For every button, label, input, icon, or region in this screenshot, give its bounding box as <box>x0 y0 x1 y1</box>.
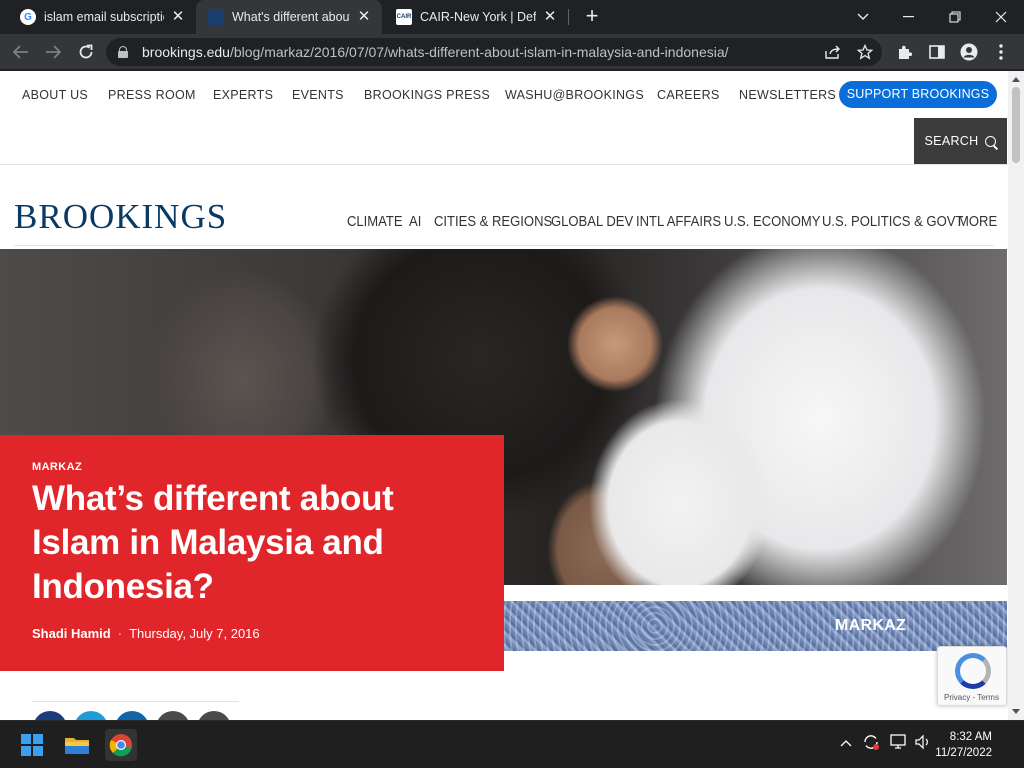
extensions-puzzle-icon[interactable] <box>892 39 918 65</box>
nav-events[interactable]: EVENTS <box>292 88 344 102</box>
system-clock[interactable]: 8:32 AM 11/27/2022 <box>935 729 992 761</box>
tab-strip: G islam email subscription ✕ What's diff… <box>0 0 1024 34</box>
restore-button[interactable] <box>932 0 978 34</box>
forward-arrow-icon[interactable] <box>40 39 66 65</box>
twitter-share-icon[interactable] <box>74 711 108 720</box>
file-explorer-icon[interactable] <box>61 729 93 761</box>
nav-cities-regions[interactable]: CITIES & REGIONS <box>434 214 552 230</box>
facebook-share-icon[interactable] <box>33 711 67 720</box>
volume-icon[interactable] <box>914 734 932 753</box>
linkedin-share-icon[interactable] <box>115 711 149 720</box>
print-icon[interactable] <box>156 711 190 720</box>
email-share-icon[interactable] <box>197 711 231 720</box>
tab-cair-new-york[interactable]: CAIR CAIR-New York | Defen ✕ <box>384 0 568 34</box>
tab-google-search[interactable]: G islam email subscription ✕ <box>8 0 196 34</box>
close-tab-icon[interactable]: ✕ <box>170 9 186 25</box>
nav-climate[interactable]: CLIMATE <box>347 214 403 230</box>
lock-icon[interactable] <box>118 46 128 58</box>
new-tab-button[interactable]: + <box>580 4 604 28</box>
utility-nav: ABOUT US PRESS ROOM EXPERTS EVENTS BROOK… <box>0 71 1008 119</box>
chrome-taskbar-icon[interactable] <box>105 729 137 761</box>
tab-separator <box>568 9 569 25</box>
nav-about-us[interactable]: ABOUT US <box>22 88 88 102</box>
network-icon[interactable] <box>890 734 908 753</box>
nav-press-room[interactable]: PRESS ROOM <box>108 88 196 102</box>
nav-experts[interactable]: EXPERTS <box>213 88 273 102</box>
search-icon <box>985 135 997 147</box>
share-rule <box>32 701 239 702</box>
clock-date: 11/27/2022 <box>935 747 992 759</box>
recaptcha-icon <box>955 653 991 689</box>
web-page: ABOUT US PRESS ROOM EXPERTS EVENTS BROOK… <box>0 71 1008 720</box>
url-text: brookings.edu/blog/markaz/2016/07/07/wha… <box>142 44 729 60</box>
clock-time: 8:32 AM <box>949 731 992 743</box>
google-icon: G <box>20 9 36 25</box>
sync-icon[interactable] <box>862 733 880 754</box>
nav-us-economy[interactable]: U.S. ECONOMY <box>724 214 820 230</box>
side-panel-icon[interactable] <box>924 39 950 65</box>
nav-rule <box>14 245 994 246</box>
scroll-up-icon[interactable] <box>1012 77 1020 82</box>
author-link[interactable]: Shadi Hamid <box>32 626 111 641</box>
byline: Shadi Hamid · Thursday, July 7, 2016 <box>32 626 260 641</box>
nav-intl-affairs[interactable]: INTL AFFAIRS <box>636 214 721 230</box>
nav-global-dev[interactable]: GLOBAL DEV <box>551 214 633 230</box>
article-headline: What’s different about Islam in Malaysia… <box>32 479 394 606</box>
show-hidden-icons-chevron-icon[interactable] <box>840 735 852 750</box>
article-header-card: MARKAZ What’s different about Islam in M… <box>0 435 504 671</box>
minimize-button[interactable] <box>886 0 932 34</box>
browser-toolbar: brookings.edu/blog/markaz/2016/07/07/wha… <box>0 34 1024 70</box>
markaz-banner[interactable]: MARKAZ <box>504 601 1007 651</box>
nav-us-politics-govt[interactable]: U.S. POLITICS & GOVT <box>822 214 963 230</box>
reload-icon[interactable] <box>73 39 99 65</box>
markaz-banner-label: MARKAZ <box>835 617 907 634</box>
nav-careers[interactable]: CAREERS <box>657 88 720 102</box>
nav-brookings-press[interactable]: BROOKINGS PRESS <box>364 88 490 102</box>
nav-newsletters[interactable]: NEWSLETTERS <box>739 88 836 102</box>
header-divider <box>0 164 1008 165</box>
brookings-icon <box>208 9 224 25</box>
nav-more[interactable]: MORE <box>958 214 997 230</box>
tab-title: What's different about <box>232 10 350 24</box>
scrollbar-thumb[interactable] <box>1012 87 1020 163</box>
nav-washu[interactable]: WASHU@BROOKINGS <box>505 88 644 102</box>
scroll-down-icon[interactable] <box>1012 709 1020 714</box>
search-button[interactable]: SEARCH <box>914 118 1007 164</box>
article-kicker[interactable]: MARKAZ <box>32 461 82 473</box>
tab-title: islam email subscription <box>44 10 164 24</box>
support-brookings-button[interactable]: SUPPORT BROOKINGS <box>839 81 997 108</box>
publish-date: Thursday, July 7, 2016 <box>129 626 260 641</box>
profile-avatar-icon[interactable] <box>956 39 982 65</box>
close-window-button[interactable] <box>978 0 1024 34</box>
close-tab-icon[interactable]: ✕ <box>542 9 558 25</box>
search-label: SEARCH <box>924 134 979 148</box>
byline-separator: · <box>117 626 123 641</box>
start-windows-icon[interactable] <box>21 734 43 756</box>
tab-brookings-article[interactable]: What's different about ✕ <box>196 0 382 34</box>
page-scrollbar[interactable] <box>1008 71 1024 720</box>
close-tab-icon[interactable]: ✕ <box>356 9 372 25</box>
recaptcha-links[interactable]: Privacy - Terms <box>944 693 999 702</box>
cair-icon: CAIR <box>396 9 412 25</box>
tab-search-chevron-icon[interactable] <box>840 0 886 34</box>
chrome-menu-icon[interactable] <box>988 39 1014 65</box>
recaptcha-badge[interactable]: Privacy - Terms <box>937 646 1007 706</box>
address-bar[interactable]: brookings.edu/blog/markaz/2016/07/07/wha… <box>106 38 882 66</box>
share-icon[interactable] <box>820 39 846 65</box>
taskbar: 8:32 AM 11/27/2022 <box>0 720 1024 768</box>
bookmark-star-icon[interactable] <box>852 39 878 65</box>
back-arrow-icon[interactable] <box>8 39 34 65</box>
tab-title: CAIR-New York | Defen <box>420 10 536 24</box>
nav-ai[interactable]: AI <box>409 214 421 230</box>
brookings-logo[interactable]: BROOKINGS <box>14 197 227 237</box>
